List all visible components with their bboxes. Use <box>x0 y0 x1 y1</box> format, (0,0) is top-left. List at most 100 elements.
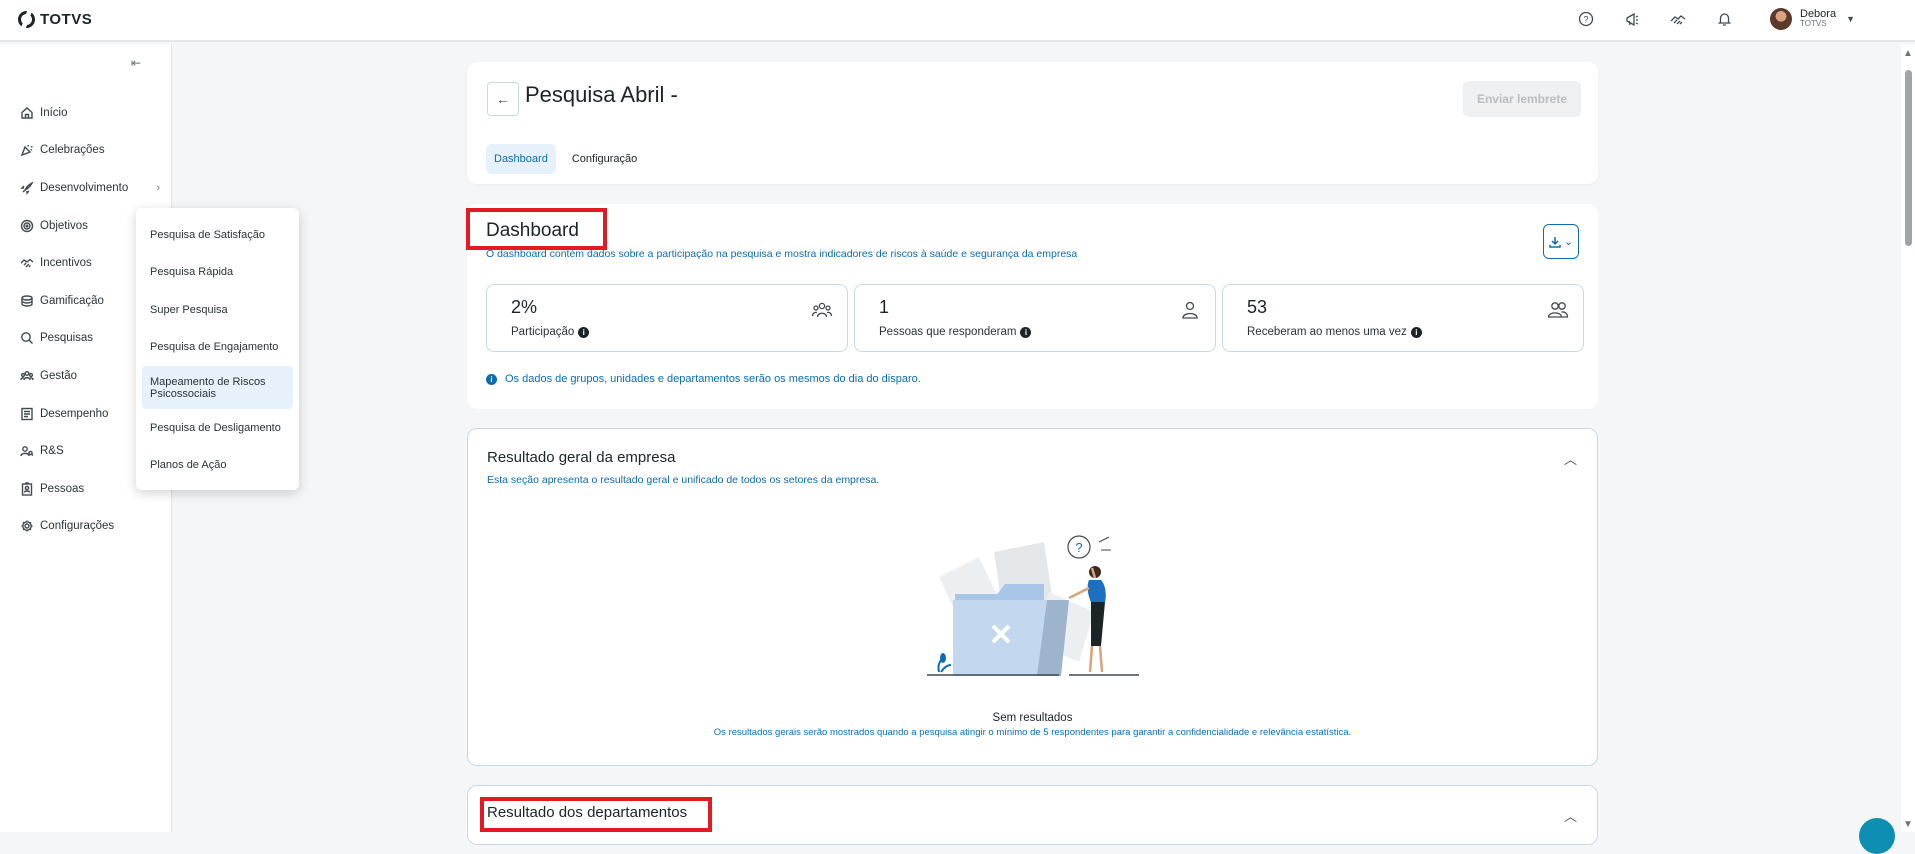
dashboard-title: Dashboard <box>486 220 579 241</box>
empty-state-illustration: ? <box>927 535 1139 676</box>
chevron-up-icon[interactable]: ︿ <box>1564 806 1577 825</box>
stat-label-text: Participação <box>511 326 575 338</box>
scroll-up-icon[interactable]: ▲ <box>1903 48 1913 59</box>
page-scrollbar[interactable]: ▲ ▼ <box>1901 44 1915 832</box>
submenu-item-rapida[interactable]: Pesquisa Rápida <box>142 254 293 292</box>
help-icon[interactable]: ? <box>1576 9 1596 29</box>
stats-row: 2% Participação i 1 Pessoas que responde… <box>486 284 1584 352</box>
megaphone-icon[interactable] <box>1622 9 1642 29</box>
handshake-icon[interactable] <box>1668 9 1688 29</box>
sidebar-item-desenvolvimento[interactable]: Desenvolvimento › <box>20 169 160 207</box>
stat-label: Pessoas que responderam i <box>879 326 1032 338</box>
submenu-item-engajamento[interactable]: Pesquisa de Engajamento <box>142 329 293 367</box>
tab-dashboard[interactable]: Dashboard <box>486 144 556 174</box>
info-icon[interactable]: i <box>1020 326 1032 338</box>
sidebar-item-label: Incentivos <box>40 257 92 270</box>
empty-state-description: Os resultados gerais serão mostrados qua… <box>713 727 1352 738</box>
dashboard-card: Dashboard O dashboard contém dados sobre… <box>466 204 1598 409</box>
submenu-item-desligamento[interactable]: Pesquisa de Desligamento <box>142 409 293 447</box>
rocket-icon <box>20 181 34 195</box>
avatar <box>1770 8 1792 30</box>
caret-down-icon: ▼ <box>1846 14 1855 24</box>
sidebar-item-label: Início <box>40 106 68 119</box>
pesquisas-submenu: Pesquisa de Satisfação Pesquisa Rápida S… <box>136 208 299 490</box>
user-info: Debora TOTVS <box>1800 9 1836 29</box>
company-result-card: Resultado geral da empresa Esta seção ap… <box>467 428 1598 766</box>
user-name: Debora <box>1800 8 1837 20</box>
scroll-down-icon[interactable]: ▼ <box>1903 819 1913 830</box>
report-icon <box>21 407 33 420</box>
target-icon <box>20 219 34 232</box>
section-title: Resultado geral da empresa <box>487 449 676 466</box>
users-search-icon <box>20 446 34 457</box>
scroll-thumb[interactable] <box>1905 70 1912 246</box>
send-reminder-button[interactable]: Enviar lembrete <box>1463 81 1581 117</box>
info-icon[interactable]: i <box>578 326 590 338</box>
sidebar-item-label: Pesquisas <box>40 332 94 345</box>
dashboard-description: O dashboard contém dados sobre a partici… <box>486 248 1078 260</box>
bell-icon[interactable] <box>1714 9 1734 29</box>
svg-text:?: ? <box>1583 15 1588 25</box>
info-icon[interactable]: i <box>1410 326 1422 338</box>
stat-card-receberam: 53 Receberam ao menos uma vez i <box>1222 284 1584 352</box>
stat-card-respondentes: 1 Pessoas que responderam i <box>854 284 1216 352</box>
stat-label: Receberam ao menos uma vez i <box>1247 326 1422 338</box>
info-note-text: Os dados de grupos, unidades e departame… <box>505 373 921 385</box>
back-button[interactable]: ← <box>487 82 519 116</box>
collapse-sidebar-icon[interactable]: ⇤ <box>131 56 141 70</box>
submenu-item-riscos-psicossociais[interactable]: Mapeamento de Riscos Psicossociais <box>142 366 293 409</box>
sidebar-item-celebracoes[interactable]: Celebrações <box>20 132 160 170</box>
party-icon <box>20 145 33 157</box>
sidebar-item-label: Gamificação <box>40 294 104 307</box>
sidebar-item-label: Configurações <box>40 520 115 533</box>
team-icon <box>20 370 34 381</box>
users-icon <box>1547 299 1569 326</box>
svg-text:?: ? <box>1075 540 1082 555</box>
info-icon: i <box>486 373 497 385</box>
submenu-item-planos-acao[interactable]: Planos de Ação <box>142 447 293 485</box>
sidebar-item-label: Desenvolvimento <box>40 181 129 194</box>
handshake-icon <box>20 258 34 268</box>
info-note: i Os dados de grupos, unidades e departa… <box>486 373 921 385</box>
chevron-right-icon: › <box>156 181 160 194</box>
chevron-up-icon[interactable]: ︿ <box>1564 449 1577 468</box>
download-button[interactable]: ⌄ <box>1543 224 1579 259</box>
sidebar-item-label: Gestão <box>40 369 78 382</box>
totvs-logo-icon <box>18 11 35 28</box>
sidebar-item-label: Pessoas <box>40 482 85 495</box>
brand-name: TOTVS <box>40 11 93 28</box>
top-bar: TOTVS ? Debora TOTVS ▼ <box>0 0 1915 42</box>
stat-card-participacao: 2% Participação i <box>486 284 848 352</box>
stat-label-text: Receberam ao menos uma vez <box>1247 326 1407 338</box>
stat-value: 2% <box>511 297 538 317</box>
download-icon <box>1549 236 1561 248</box>
person-icon <box>1179 299 1201 326</box>
home-icon <box>21 106 33 119</box>
stat-value: 1 <box>879 297 890 317</box>
survey-header-card: ← Pesquisa Abril - Enviar lembrete Dashb… <box>467 62 1598 184</box>
chat-launcher-button[interactable] <box>1859 818 1895 854</box>
arrow-left-icon: ← <box>496 91 510 107</box>
tab-bar: Dashboard Configuração <box>486 144 645 174</box>
stat-value: 53 <box>1247 297 1268 317</box>
sidebar-item-label: R&S <box>40 445 64 458</box>
sidebar-item-configuracoes[interactable]: Configurações <box>20 508 160 546</box>
submenu-item-super[interactable]: Super Pesquisa <box>142 291 293 329</box>
empty-state-title: Sem resultados <box>992 712 1073 724</box>
user-menu[interactable]: Debora TOTVS ▼ <box>1770 8 1855 30</box>
sidebar-item-inicio[interactable]: Início <box>20 94 160 132</box>
sidebar-item-label: Objetivos <box>40 219 88 232</box>
departments-result-card: Resultado dos departamentos ︿ <box>467 785 1598 845</box>
tab-configuracao[interactable]: Configuração <box>564 144 645 174</box>
search-icon <box>21 332 33 345</box>
section-description: Esta seção apresenta o resultado geral e… <box>487 474 880 486</box>
brand-logo[interactable]: TOTVS <box>18 11 92 28</box>
submenu-item-satisfacao[interactable]: Pesquisa de Satisfação <box>142 216 293 254</box>
chevron-down-icon: ⌄ <box>1563 236 1574 248</box>
section-title: Resultado dos departamentos <box>487 804 688 821</box>
page-title: Pesquisa Abril - <box>525 82 678 107</box>
stat-label-text: Pessoas que responderam <box>879 326 1017 338</box>
top-actions: ? Debora TOTVS ▼ <box>1576 8 1855 30</box>
user-company: TOTVS <box>1800 19 1827 28</box>
stat-label: Participação i <box>511 326 590 338</box>
